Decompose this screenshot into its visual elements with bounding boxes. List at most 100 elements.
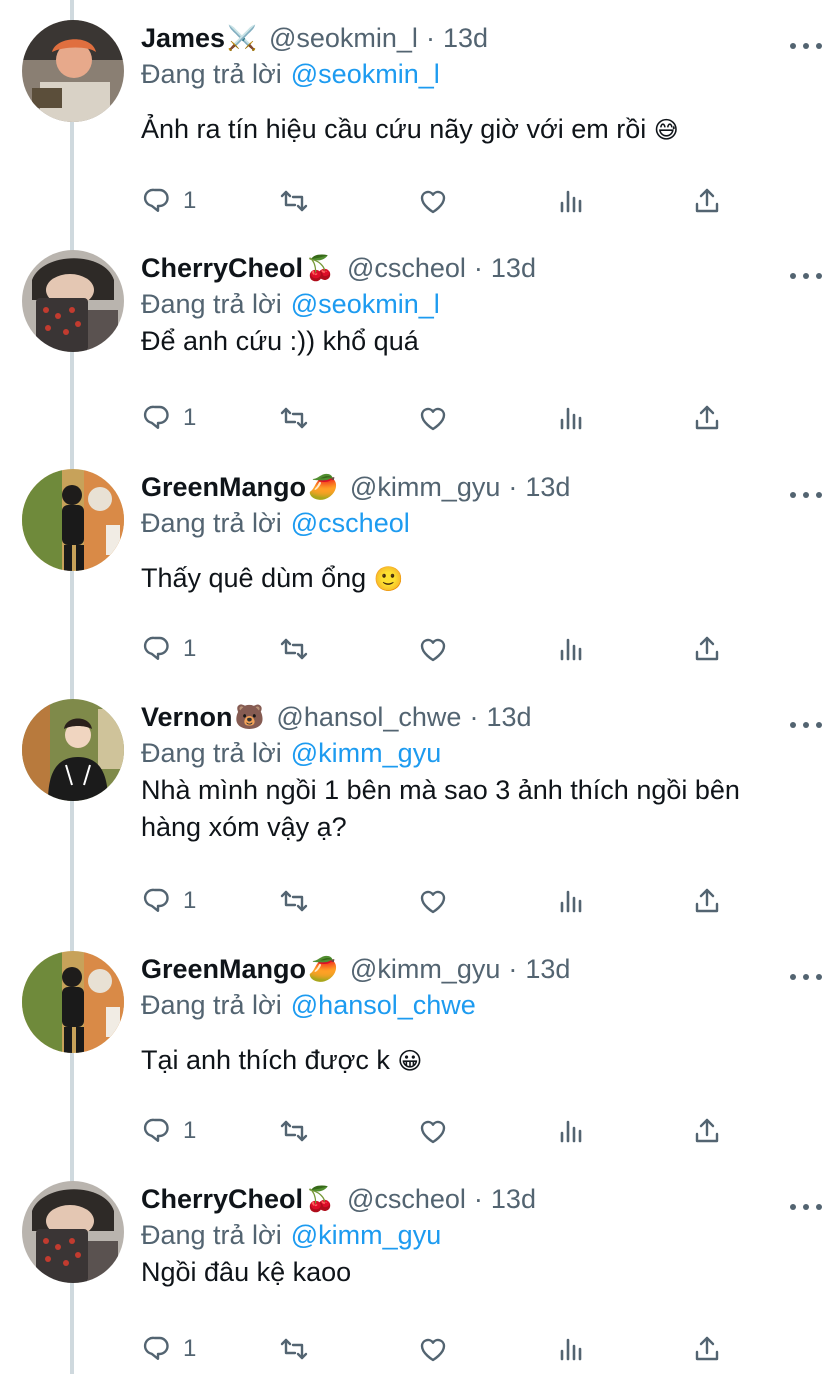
username[interactable]: @kimm_gyu	[350, 472, 500, 503]
share-icon	[695, 888, 719, 913]
retweet-icon	[280, 1120, 308, 1142]
retweet-button[interactable]	[277, 181, 311, 221]
reply-button[interactable]: 1	[141, 881, 196, 921]
timestamp[interactable]: 13d	[525, 472, 570, 503]
mention-link[interactable]: @seokmin_l	[291, 289, 440, 320]
separator-dot: ·	[469, 701, 479, 732]
retweet-icon	[280, 190, 308, 212]
more-options-button[interactable]	[790, 36, 822, 56]
username[interactable]: @kimm_gyu	[350, 954, 500, 985]
avatar[interactable]	[22, 250, 124, 352]
share-icon	[695, 1118, 719, 1143]
avatar[interactable]	[22, 699, 124, 801]
username[interactable]: @cscheol	[347, 253, 466, 284]
reply-button[interactable]: 1	[141, 1111, 196, 1151]
more-options-button[interactable]	[790, 715, 822, 735]
views-button[interactable]	[554, 1111, 588, 1151]
retweet-button[interactable]	[277, 1111, 311, 1151]
display-name[interactable]: CherryCheol	[141, 253, 303, 284]
share-button[interactable]	[690, 1329, 724, 1369]
like-button[interactable]	[416, 1111, 450, 1151]
reply-count: 1	[183, 187, 197, 214]
avatar[interactable]	[22, 951, 124, 1053]
like-button[interactable]	[416, 398, 450, 438]
avatar[interactable]	[22, 20, 124, 122]
reply-button[interactable]: 1	[141, 629, 196, 669]
retweet-button[interactable]	[277, 629, 311, 669]
retweet-icon	[280, 1338, 308, 1360]
views-button[interactable]	[554, 1329, 588, 1369]
heart-icon	[420, 890, 446, 914]
views-button[interactable]	[554, 181, 588, 221]
heart-icon	[420, 638, 446, 662]
timestamp[interactable]: 13d	[525, 954, 570, 985]
like-button[interactable]	[416, 181, 450, 221]
name-badge: ⚔️	[227, 24, 257, 52]
name-badge: 🍒	[305, 1185, 335, 1213]
like-button[interactable]	[416, 629, 450, 669]
display-name[interactable]: GreenMango	[141, 472, 306, 503]
more-options-button[interactable]	[790, 266, 822, 286]
reply-button[interactable]: 1	[141, 181, 196, 221]
display-name[interactable]: James	[141, 23, 225, 54]
replying-to: Đang trả lời @kimm_gyu	[141, 735, 804, 771]
share-icon	[695, 1336, 719, 1361]
emoji: 😅	[653, 116, 679, 144]
share-button[interactable]	[690, 181, 724, 221]
share-button[interactable]	[690, 629, 724, 669]
share-button[interactable]	[690, 398, 724, 438]
reply-icon	[143, 405, 169, 429]
timestamp[interactable]: 13d	[491, 1184, 536, 1215]
name-badge: 🥭	[308, 955, 338, 983]
display-name[interactable]: GreenMango	[141, 954, 306, 985]
reply-button[interactable]: 1	[141, 1329, 196, 1369]
timestamp[interactable]: 13d	[443, 23, 488, 54]
retweet-button[interactable]	[277, 398, 311, 438]
tweet-text-body: Tại anh thích được k	[141, 1045, 390, 1075]
more-options-button[interactable]	[790, 485, 822, 505]
mention-link[interactable]: @kimm_gyu	[291, 738, 441, 769]
retweet-button[interactable]	[277, 1329, 311, 1369]
display-name[interactable]: Vernon	[141, 702, 233, 733]
reply-count: 1	[183, 887, 197, 914]
mention-link[interactable]: @seokmin_l	[291, 59, 440, 90]
retweet-button[interactable]	[277, 881, 311, 921]
share-button[interactable]	[690, 881, 724, 921]
views-button[interactable]	[554, 629, 588, 669]
reply-button[interactable]: 1	[141, 398, 196, 438]
like-button[interactable]	[416, 881, 450, 921]
retweet-icon	[280, 638, 308, 660]
more-options-button[interactable]	[790, 967, 822, 987]
avatar[interactable]	[22, 469, 124, 571]
tweet-text-body: Ảnh ra tín hiệu cầu cứu nãy giờ với em r…	[141, 114, 647, 144]
username[interactable]: @hansol_chwe	[276, 702, 461, 733]
reply-icon	[143, 888, 169, 912]
tweet-text: Nhà mình ngồi 1 bên mà sao 3 ảnh thích n…	[141, 772, 804, 846]
display-name[interactable]: CherryCheol	[141, 1184, 303, 1215]
timestamp[interactable]: 13d	[491, 253, 536, 284]
timestamp[interactable]: 13d	[486, 702, 531, 733]
replying-to: Đang trả lời @kimm_gyu	[141, 1217, 804, 1253]
reply-icon	[143, 1336, 169, 1361]
mention-link[interactable]: @kimm_gyu	[291, 1220, 441, 1251]
avatar[interactable]	[22, 1181, 124, 1283]
reply-icon	[143, 188, 169, 213]
reply-count: 1	[183, 635, 197, 662]
tweet-header: CherryCheol 🍒 @cscheol · 13d	[141, 1181, 804, 1217]
tweet-header: GreenMango 🥭 @kimm_gyu · 13d	[141, 469, 804, 505]
share-button[interactable]	[690, 1111, 724, 1151]
tweet-text-body: Ngồi đâu kệ kaoo	[141, 1257, 352, 1287]
username[interactable]: @seokmin_l	[269, 23, 418, 54]
mention-link[interactable]: @hansol_chwe	[291, 990, 476, 1021]
more-options-button[interactable]	[790, 1197, 822, 1217]
name-badge: 🐻	[234, 703, 265, 731]
replying-to-label: Đang trả lời	[141, 989, 282, 1020]
heart-icon	[420, 1338, 446, 1362]
views-button[interactable]	[554, 398, 588, 438]
reply-icon	[143, 1118, 169, 1143]
mention-link[interactable]: @cscheol	[291, 508, 410, 539]
username[interactable]: @cscheol	[347, 1184, 466, 1215]
separator-dot: ·	[508, 953, 518, 984]
views-button[interactable]	[554, 881, 588, 921]
like-button[interactable]	[416, 1329, 450, 1369]
